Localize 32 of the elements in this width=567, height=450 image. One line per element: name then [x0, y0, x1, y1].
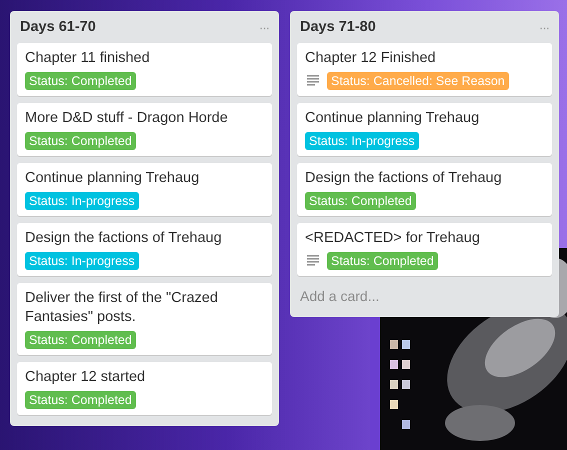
- task-card[interactable]: Chapter 11 finished Status: Completed: [17, 42, 272, 96]
- list-title: Days 61-70: [20, 18, 96, 37]
- status-label: Status: Completed: [305, 192, 416, 210]
- task-card[interactable]: More D&D stuff - Dragon Horde Status: Completed: [17, 102, 272, 156]
- card-title: More D&D stuff - Dragon Horde: [25, 108, 229, 128]
- status-label: Status: Completed: [25, 330, 136, 349]
- card-title: Chapter 11 finished: [25, 48, 151, 68]
- status-label: Status: In-progress: [25, 252, 139, 270]
- card-title: Design the factions of Trehaug: [25, 228, 223, 248]
- card-title: <REDACTED> for Trehaug: [305, 228, 481, 248]
- card-title: Chapter 12 started: [25, 368, 146, 387]
- task-card[interactable]: Chapter 12 Finished Status: Cancelled: See Reason: [297, 42, 552, 96]
- task-card[interactable]: Design the factions of Trehaug Status: Completed: [297, 162, 552, 216]
- card-title: Chapter 12 Finished: [305, 48, 437, 68]
- card-title: Continue planning Trehaug: [305, 108, 480, 128]
- task-card[interactable]: Deliver the first of the "Crazed Fantasies" posts. Status: Completed: [17, 282, 272, 355]
- status-label: Status: Completed: [25, 72, 136, 90]
- task-card[interactable]: Continue planning Trehaug Status: In-progress: [297, 102, 552, 156]
- status-label: Status: In-progress: [305, 132, 419, 150]
- status-label: Status: In-progress: [25, 192, 139, 210]
- status-label: Status: Completed: [25, 132, 136, 150]
- status-label: Status: Completed: [25, 390, 136, 409]
- task-card[interactable]: Design the factions of Trehaug Status: In-progress: [17, 222, 272, 276]
- task-card[interactable]: Continue planning Trehaug Status: In-progress: [17, 162, 272, 216]
- status-label: Status: Completed: [327, 252, 438, 270]
- list-title: Days 71-80: [300, 18, 376, 37]
- card-title: Continue planning Trehaug: [25, 168, 200, 188]
- task-card[interactable]: Chapter 12 started Status: Completed: [17, 362, 272, 415]
- card-title: Design the factions of Trehaug: [305, 168, 503, 188]
- card-title: Deliver the first of the "Crazed Fantasies" posts.: [25, 288, 219, 327]
- status-label: Status: Cancelled: See Reason: [327, 72, 509, 90]
- task-card[interactable]: <REDACTED> for Trehaug Status: Completed: [297, 222, 552, 276]
